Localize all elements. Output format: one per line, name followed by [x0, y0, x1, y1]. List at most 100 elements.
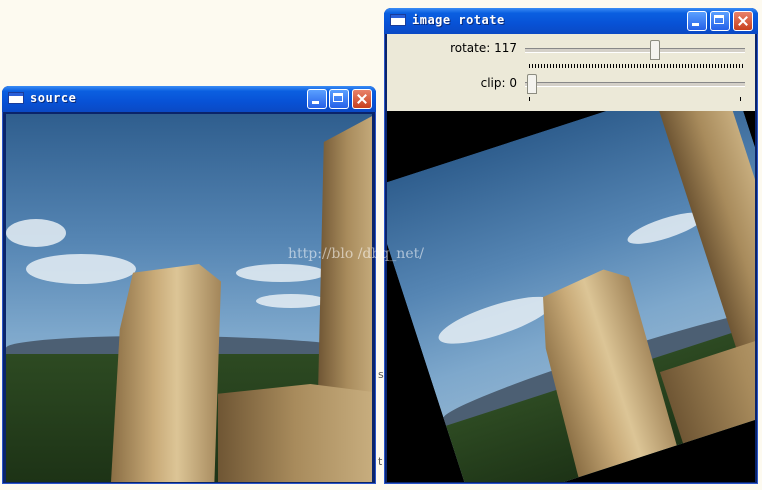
rotate-tick	[637, 64, 638, 68]
rotate-tick	[529, 64, 530, 68]
rotate-slider-ticks	[529, 64, 743, 68]
rotate-tick	[616, 64, 617, 68]
rotate-tick	[658, 64, 659, 68]
rotate-label: rotate: 117	[450, 41, 517, 55]
rotate-tick	[691, 64, 692, 68]
rotate-tick	[559, 64, 560, 68]
rotate-tick	[715, 64, 716, 68]
rotate-tick	[538, 64, 539, 68]
rotate-tick	[724, 64, 725, 68]
clip-slider-track[interactable]	[525, 82, 745, 87]
image-cloud	[26, 254, 136, 284]
rotate-tick	[589, 64, 590, 68]
rotate-tick	[607, 64, 608, 68]
rotate-tick	[676, 64, 677, 68]
rotate-slider-thumb[interactable]	[650, 40, 660, 60]
rotate-tick	[577, 64, 578, 68]
rotate-tick	[682, 64, 683, 68]
image-cloud	[6, 219, 66, 247]
rotate-tick	[634, 64, 635, 68]
rotate-tick	[697, 64, 698, 68]
image-cloud	[236, 264, 326, 282]
rotate-tick	[595, 64, 596, 68]
clip-tick	[529, 97, 530, 101]
rotate-tick	[556, 64, 557, 68]
minimize-icon[interactable]	[307, 89, 327, 109]
window-icon	[8, 92, 24, 104]
rotate-tick	[649, 64, 650, 68]
rotate-tick	[550, 64, 551, 68]
image-cloud	[256, 294, 326, 308]
rotate-tick	[709, 64, 710, 68]
source-window[interactable]: source	[2, 86, 376, 484]
close-icon[interactable]	[352, 89, 372, 109]
rotate-titlebar[interactable]: image rotate	[384, 8, 758, 34]
rotate-tick	[652, 64, 653, 68]
rotate-tick	[703, 64, 704, 68]
rotate-tick	[685, 64, 686, 68]
rotate-tick	[532, 64, 533, 68]
rotate-tick	[547, 64, 548, 68]
rotate-tick	[688, 64, 689, 68]
rotate-tick	[568, 64, 569, 68]
source-titlebar[interactable]: source	[2, 86, 376, 112]
rotate-tick	[730, 64, 731, 68]
rotate-tick	[739, 64, 740, 68]
rotate-tick	[622, 64, 623, 68]
clip-slider-thumb[interactable]	[527, 74, 537, 94]
rotate-tick	[583, 64, 584, 68]
rotate-tick	[574, 64, 575, 68]
window-title: image rotate	[412, 13, 505, 27]
rotate-slider-track[interactable]	[525, 48, 745, 53]
window-icon	[390, 14, 406, 26]
rotate-tick	[544, 64, 545, 68]
rotate-tick	[598, 64, 599, 68]
close-icon[interactable]	[733, 11, 753, 31]
rotate-tick	[571, 64, 572, 68]
rotate-tick	[718, 64, 719, 68]
trackbar-panel: rotate: 117 clip: 0	[387, 34, 755, 111]
watermark-text: http://blo /dbq_net/	[288, 246, 424, 262]
rotate-tick	[613, 64, 614, 68]
rotate-tick	[667, 64, 668, 68]
rotate-tick	[727, 64, 728, 68]
rotate-tick	[670, 64, 671, 68]
rotate-tick	[541, 64, 542, 68]
rotate-tick	[712, 64, 713, 68]
background-text-fragment: t	[378, 455, 383, 468]
source-image	[6, 114, 372, 482]
rotate-window[interactable]: image rotate rotate: 117 clip: 0	[384, 8, 758, 484]
rotate-tick	[646, 64, 647, 68]
rotate-tick	[736, 64, 737, 68]
rotate-tick	[721, 64, 722, 68]
rotate-tick	[586, 64, 587, 68]
rotate-tick	[694, 64, 695, 68]
rotate-tick	[679, 64, 680, 68]
rotate-tick	[619, 64, 620, 68]
rotate-tick	[664, 64, 665, 68]
rotate-tick	[706, 64, 707, 68]
rotate-tick	[562, 64, 563, 68]
image-wall	[218, 384, 372, 482]
rotate-tick	[535, 64, 536, 68]
rotate-tick	[655, 64, 656, 68]
rotate-tick	[625, 64, 626, 68]
rotate-tick	[700, 64, 701, 68]
image-tower-left	[111, 264, 221, 482]
background-text-fragment: s	[378, 368, 384, 381]
rotate-tick	[580, 64, 581, 68]
rotate-tick	[742, 64, 743, 68]
rotate-tick	[601, 64, 602, 68]
rotate-tick	[604, 64, 605, 68]
rotate-tick	[628, 64, 629, 68]
rotate-tick	[631, 64, 632, 68]
window-title: source	[30, 91, 77, 105]
minimize-icon[interactable]	[687, 11, 707, 31]
rotated-photo	[387, 111, 755, 482]
rotate-tick	[733, 64, 734, 68]
rotate-tick	[553, 64, 554, 68]
rotate-tick	[661, 64, 662, 68]
maximize-icon[interactable]	[329, 89, 349, 109]
rotate-tick	[610, 64, 611, 68]
maximize-icon[interactable]	[710, 11, 730, 31]
